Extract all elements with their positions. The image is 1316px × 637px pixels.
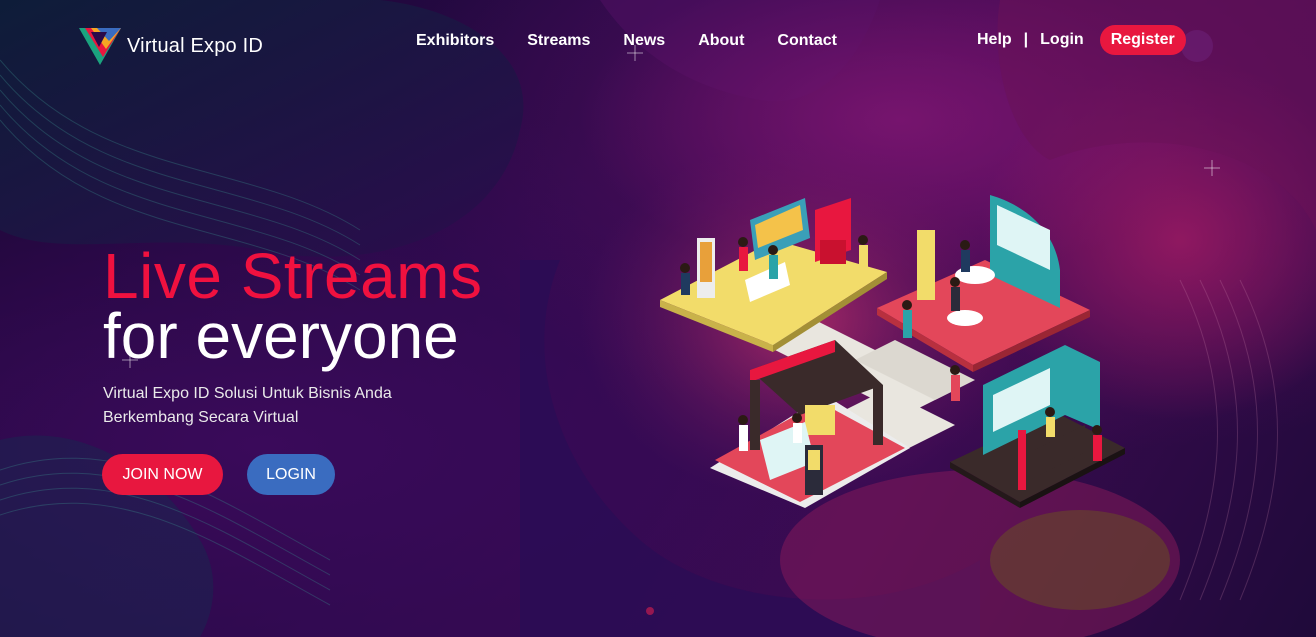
register-button[interactable]: Register: [1099, 25, 1186, 55]
isometric-expo-booths-illustration: [660, 195, 1125, 508]
help-link[interactable]: Help: [977, 31, 1012, 49]
main-nav: Exhibitors Streams News About Contact: [416, 32, 837, 50]
join-now-button[interactable]: JOIN NOW: [102, 454, 223, 495]
v-triangle-logo-icon: [79, 28, 121, 65]
hero-subtitle: Virtual Expo ID Solusi Untuk Bisnis Anda…: [103, 385, 392, 426]
booth-yellow: [660, 198, 887, 352]
nav-separator: |: [1023, 31, 1029, 48]
hero-title-line2: for everyone: [103, 300, 459, 372]
landing-page: Virtual Expo ID Exhibitors Streams News …: [0, 0, 1316, 637]
account-nav: Help | Login Register: [977, 25, 1186, 55]
brand-logo[interactable]: Virtual Expo ID: [77, 25, 263, 67]
nav-item-streams[interactable]: Streams: [527, 32, 590, 50]
booth-red-meeting: [877, 195, 1090, 372]
hero-login-button[interactable]: LOGIN: [247, 454, 335, 495]
nav-item-exhibitors[interactable]: Exhibitors: [416, 32, 494, 50]
login-link[interactable]: Login: [1040, 31, 1084, 49]
nav-item-about[interactable]: About: [698, 32, 744, 50]
brand-name: Virtual Expo ID: [127, 34, 264, 57]
nav-item-contact[interactable]: Contact: [777, 32, 837, 50]
nav-item-news[interactable]: News: [623, 32, 665, 50]
